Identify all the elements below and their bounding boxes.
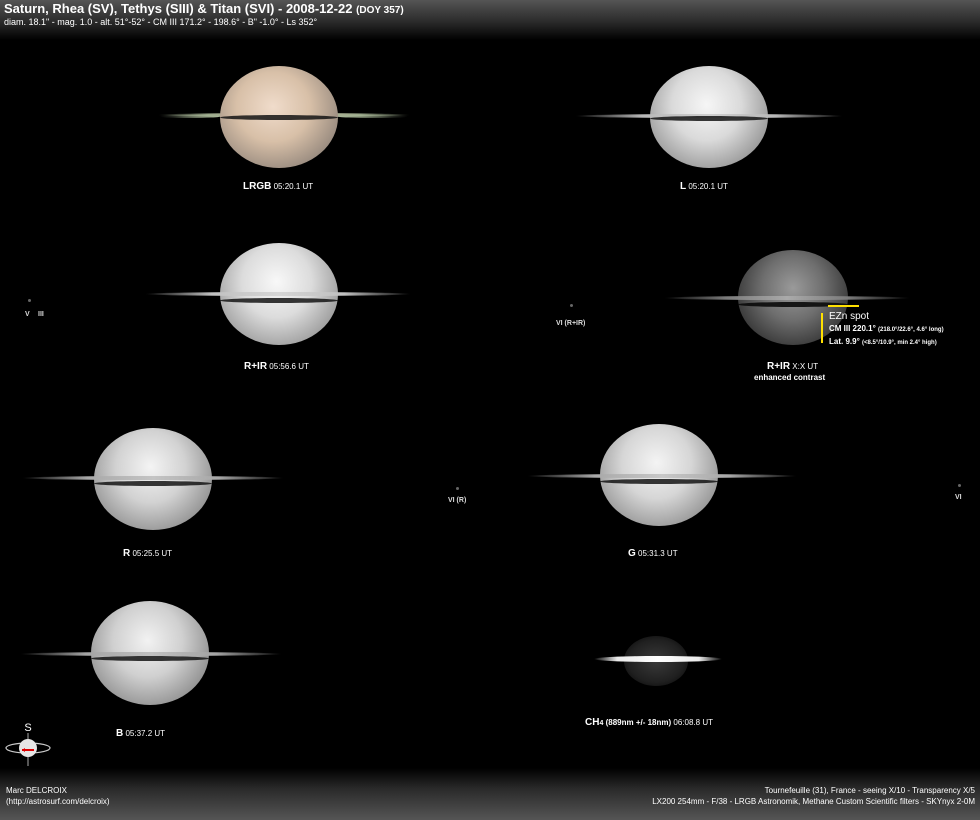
moon-vi-dot (958, 484, 961, 487)
doy-label: (DOY 357) (356, 5, 404, 16)
author-credit: Marc DELCROIX (http://astrosurf.com/delc… (6, 785, 110, 807)
g-label: G 05:31.3 UT (628, 548, 678, 559)
location-info: Tournefeuille (31), France - seeing X/10… (764, 786, 975, 795)
moon-vi-rir-dot (570, 304, 573, 307)
moon-vi-rir-label: VI (R+IR) (556, 320, 586, 327)
author-name: Marc DELCROIX (6, 786, 67, 795)
moon-v-label: V (25, 311, 30, 318)
moon-vi-label: VI (955, 494, 962, 501)
spot-cm: CM III 220.1° (218.0°/22.6°, 4.6° long) (829, 324, 944, 333)
spot-title: EZn spot (829, 311, 870, 322)
saturn-orientation-icon: S (4, 720, 52, 768)
equipment-info: LX200 254mm - F/38 - LRGB Astronomik, Me… (652, 797, 975, 806)
observation-details: diam. 18.1" - mag. 1.0 - alt. 51°-52° - … (4, 17, 318, 27)
enhanced-contrast-note: enhanced contrast (754, 373, 826, 382)
orientation-s-label: S (24, 722, 31, 734)
spot-marker-horizontal (828, 305, 859, 307)
r-label: R 05:25.5 UT (123, 548, 173, 559)
ch4-label: CH4 (889nm +/- 18nm) 06:08.8 UT (585, 717, 713, 728)
image-title: Saturn, Rhea (SV), Tethys (SIII) & Titan… (4, 1, 404, 16)
author-url: (http://astrosurf.com/delcroix) (6, 797, 110, 806)
spot-lat: Lat. 9.9° (<8.5°/10.9°, min 2.4° high) (829, 337, 937, 346)
ezn-spot-annotation: EZn spot CM III 220.1° (218.0°/22.6°, 4.… (829, 311, 944, 349)
moon-v-dot (28, 299, 31, 302)
b-label: B 05:37.2 UT (116, 728, 166, 739)
moon-vi-r-dot (456, 487, 459, 490)
lrgb-label: LRGB 05:20.1 UT (243, 181, 314, 192)
header-bar: Saturn, Rhea (SV), Tethys (SIII) & Titan… (0, 0, 980, 40)
moon-vi-r-label: VI (R) (448, 497, 467, 504)
moon-iii-label: III (38, 311, 44, 318)
l-label: L 05:20.1 UT (680, 181, 728, 192)
rir-label: R+IR 05:56.6 UT (244, 361, 309, 372)
rir-enhanced-label: R+IR X:X UT (767, 361, 819, 372)
spot-marker-vertical (821, 313, 823, 343)
equipment-credit: Tournefeuille (31), France - seeing X/10… (652, 785, 975, 807)
